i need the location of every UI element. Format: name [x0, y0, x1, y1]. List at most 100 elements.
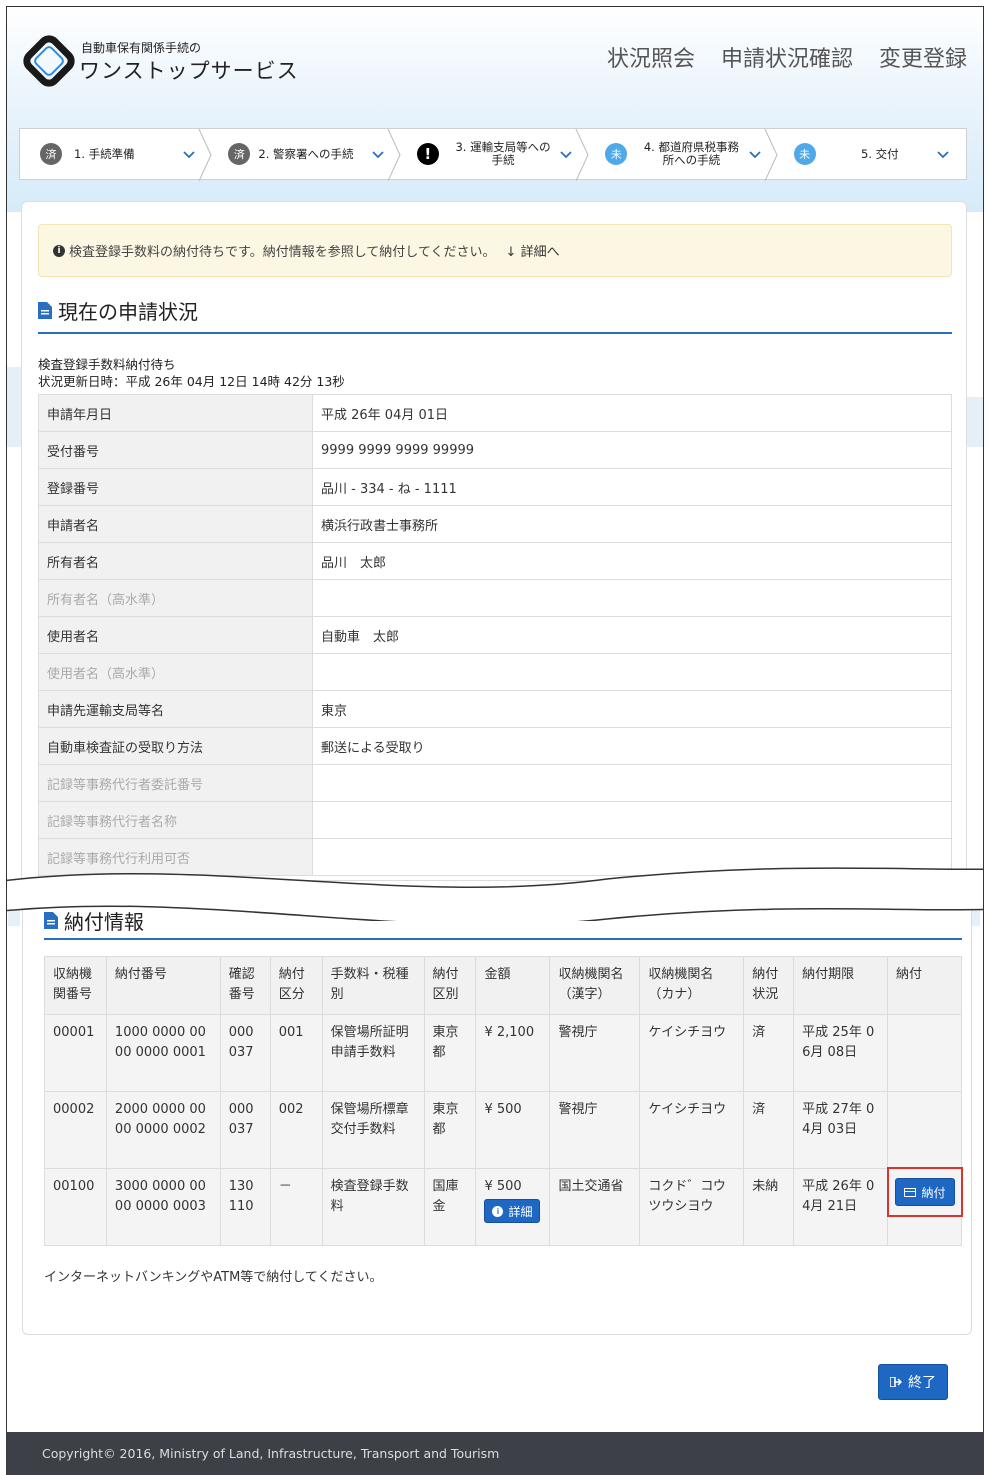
payment-cell-text: 002 — [278, 1102, 304, 1117]
payment-cell — [887, 1091, 962, 1169]
info-row: 受付番号 9999 9999 9999 99999 — [38, 431, 952, 469]
payment-cell: ケイシチヨウ — [639, 1091, 745, 1169]
payment-cell-text: 東京都 — [432, 1025, 459, 1060]
payment-cell: 国土交通省 — [549, 1168, 641, 1246]
info-icon: i — [53, 244, 65, 257]
status-updated: 状況更新日時：平成 26年 04月 12日 14時 42分 13秒 — [38, 374, 345, 389]
info-value — [312, 801, 952, 839]
chevron-down-icon — [183, 151, 196, 159]
chevron-down-icon — [748, 151, 761, 159]
info-value: 平成 26年 04月 01日 — [312, 394, 952, 432]
info-key: 使用者名（高水準） — [38, 653, 313, 691]
step-current-icon: ! — [416, 143, 439, 165]
nav-status-inquiry[interactable]: 状況照会 — [607, 41, 695, 73]
info-value: 東京 — [312, 690, 952, 728]
payment-cell-text: 済 — [752, 1102, 766, 1117]
status-text: 検査登録手数料納付待ち 状況更新日時：平成 26年 04月 12日 14時 42… — [38, 356, 345, 390]
info-row: 使用者名（高水準） — [38, 653, 952, 691]
nav-change-registration[interactable]: 変更登録 — [879, 41, 967, 73]
info-row: 記録等事務代行者名称 — [38, 801, 952, 839]
payment-column-header: 納付期限 — [793, 956, 889, 1015]
exit-icon — [890, 1377, 902, 1387]
payment-row: 00001 1000 0000 0000 0000 0001 000037 001 保管… — [44, 1014, 962, 1092]
payment-cell-text: 130110 — [228, 1179, 254, 1214]
section-title-status: 現在の申請状況 — [38, 296, 198, 325]
step-5[interactable]: 未 5. 交付 — [778, 129, 966, 179]
payment-cell-text: 平成 26年 04月 21日 — [802, 1179, 875, 1214]
status-panel: i 検査登録手数料の納付待ちです。納付情報を参照して納付してください。 ↓ 詳細… — [21, 201, 967, 901]
section-rule — [38, 332, 952, 334]
payment-cell: 未納 — [743, 1168, 795, 1246]
step-divider — [575, 129, 589, 181]
payment-cell: 001 — [269, 1014, 323, 1092]
nav-application-status[interactable]: 申請状況確認 — [721, 41, 853, 73]
payment-cell: 00002 — [44, 1091, 107, 1169]
payment-column-header: 収納機関番号 — [44, 956, 107, 1015]
payment-cell: 1000 0000 0000 0000 0001 — [105, 1014, 221, 1092]
document-icon — [38, 302, 52, 319]
payment-cell: 平成 27年 04月 03日 — [793, 1091, 889, 1169]
section-title-text: 現在の申請状況 — [58, 300, 198, 324]
brand-title: ワンストップサービス — [79, 59, 299, 83]
info-row: 所有者名（高水準） — [38, 579, 952, 617]
info-row: 自動車検査証の受取り方法 郵送による受取り — [38, 727, 952, 765]
payment-row: 00002 2000 0000 0000 0000 0002 000037 002 保管… — [44, 1091, 962, 1169]
payment-cell: 保管場所標章交付手数料 — [321, 1091, 425, 1169]
info-value — [312, 653, 952, 691]
payment-cell: 保管場所証明申請手数料 — [321, 1014, 425, 1092]
payment-cell: 済 — [743, 1014, 795, 1092]
payment-cell-text: 1000 0000 0000 0000 0001 — [114, 1025, 206, 1060]
info-icon: i — [492, 1205, 504, 1217]
payment-cell: 130110 — [219, 1168, 271, 1246]
payment-cell: ¥ 2,100 — [475, 1014, 551, 1092]
info-key: 所有者名 — [38, 542, 313, 580]
payment-cell: ケイシチヨウ — [639, 1014, 745, 1092]
status-line: 検査登録手数料納付待ち — [38, 357, 176, 372]
application-info-table: 申請年月日 平成 26年 04月 01日 受付番号 9999 9999 9999 99… — [38, 394, 952, 876]
payment-cell-text: 00001 — [53, 1025, 95, 1040]
info-row: 使用者名 自動車 太郎 — [38, 616, 952, 654]
pay-button[interactable]: 納付 — [895, 1178, 955, 1206]
payment-cell-text: 00100 — [53, 1179, 95, 1194]
info-value: 品川 太郎 — [312, 542, 952, 580]
info-key: 登録番号 — [38, 468, 313, 506]
info-key: 使用者名 — [38, 616, 313, 654]
payment-cell-text: 警視庁 — [558, 1102, 598, 1117]
payment-cell: 国庫金 — [423, 1168, 477, 1246]
payment-column-header: 収納機関名（漢字） — [549, 956, 641, 1015]
step-label: 3. 運輸支局等への手続 — [455, 140, 551, 167]
step-4[interactable]: 未 4. 都道府県税事務所への手続 — [589, 129, 778, 181]
payment-note: インターネットバンキングやATM等で納付してください。 — [44, 1270, 383, 1285]
end-button-label: 終了 — [908, 1374, 936, 1390]
end-button[interactable]: 終了 — [878, 1364, 948, 1400]
info-row: 登録番号 品川 - 334 - ね - 1111 — [38, 468, 952, 506]
detail-link-label: 詳細へ — [520, 245, 560, 260]
info-value: 9999 9999 9999 99999 — [312, 431, 952, 469]
payment-cell-text: 東京都 — [432, 1102, 459, 1137]
step-todo-badge: 未 — [605, 143, 628, 165]
payment-alert: i 検査登録手数料の納付待ちです。納付情報を参照して納付してください。 ↓ 詳細… — [38, 224, 952, 277]
payment-cell: 平成 25年 06月 08日 — [793, 1014, 889, 1092]
chevron-down-icon — [560, 151, 572, 159]
info-row: 申請先運輸支局等名 東京 — [38, 690, 952, 728]
brand-subtitle: 自動車保有関係手続の — [81, 41, 202, 55]
payment-cell-text: 保管場所標章交付手数料 — [330, 1102, 409, 1137]
payment-cell-text: ケイシチヨウ — [648, 1025, 727, 1040]
detail-link[interactable]: ↓ 詳細へ — [506, 241, 560, 260]
payment-cell-text: 3000 0000 0000 0000 0003 — [114, 1179, 206, 1214]
alert-message: 検査登録手数料の納付待ちです。納付情報を参照して納付してください。 — [69, 245, 496, 260]
step-label: 5. 交付 — [861, 146, 899, 161]
info-value — [312, 764, 952, 802]
step-2[interactable]: 済 2. 警察署への手続 — [212, 129, 401, 181]
info-key: 申請年月日 — [38, 394, 313, 432]
payment-cell: 平成 26年 04月 21日 — [793, 1168, 889, 1246]
info-value: 横浜行政書士事務所 — [312, 505, 952, 543]
progress-stepper: 済 1. 手続準備 済 2. 警察署への手続 ! 3. 運輸支局等への手続 未 … — [19, 128, 967, 181]
info-row: 申請者名 横浜行政書士事務所 — [38, 505, 952, 543]
step-1[interactable]: 済 1. 手続準備 — [20, 129, 212, 181]
payment-cell-text: 済 — [752, 1025, 766, 1040]
payment-cell-text: ¥ 500 — [484, 1179, 522, 1194]
payment-cell-text: 001 — [278, 1025, 304, 1040]
step-3[interactable]: ! 3. 運輸支局等への手続 — [401, 129, 589, 181]
detail-button[interactable]: i 詳細 — [484, 1199, 541, 1223]
